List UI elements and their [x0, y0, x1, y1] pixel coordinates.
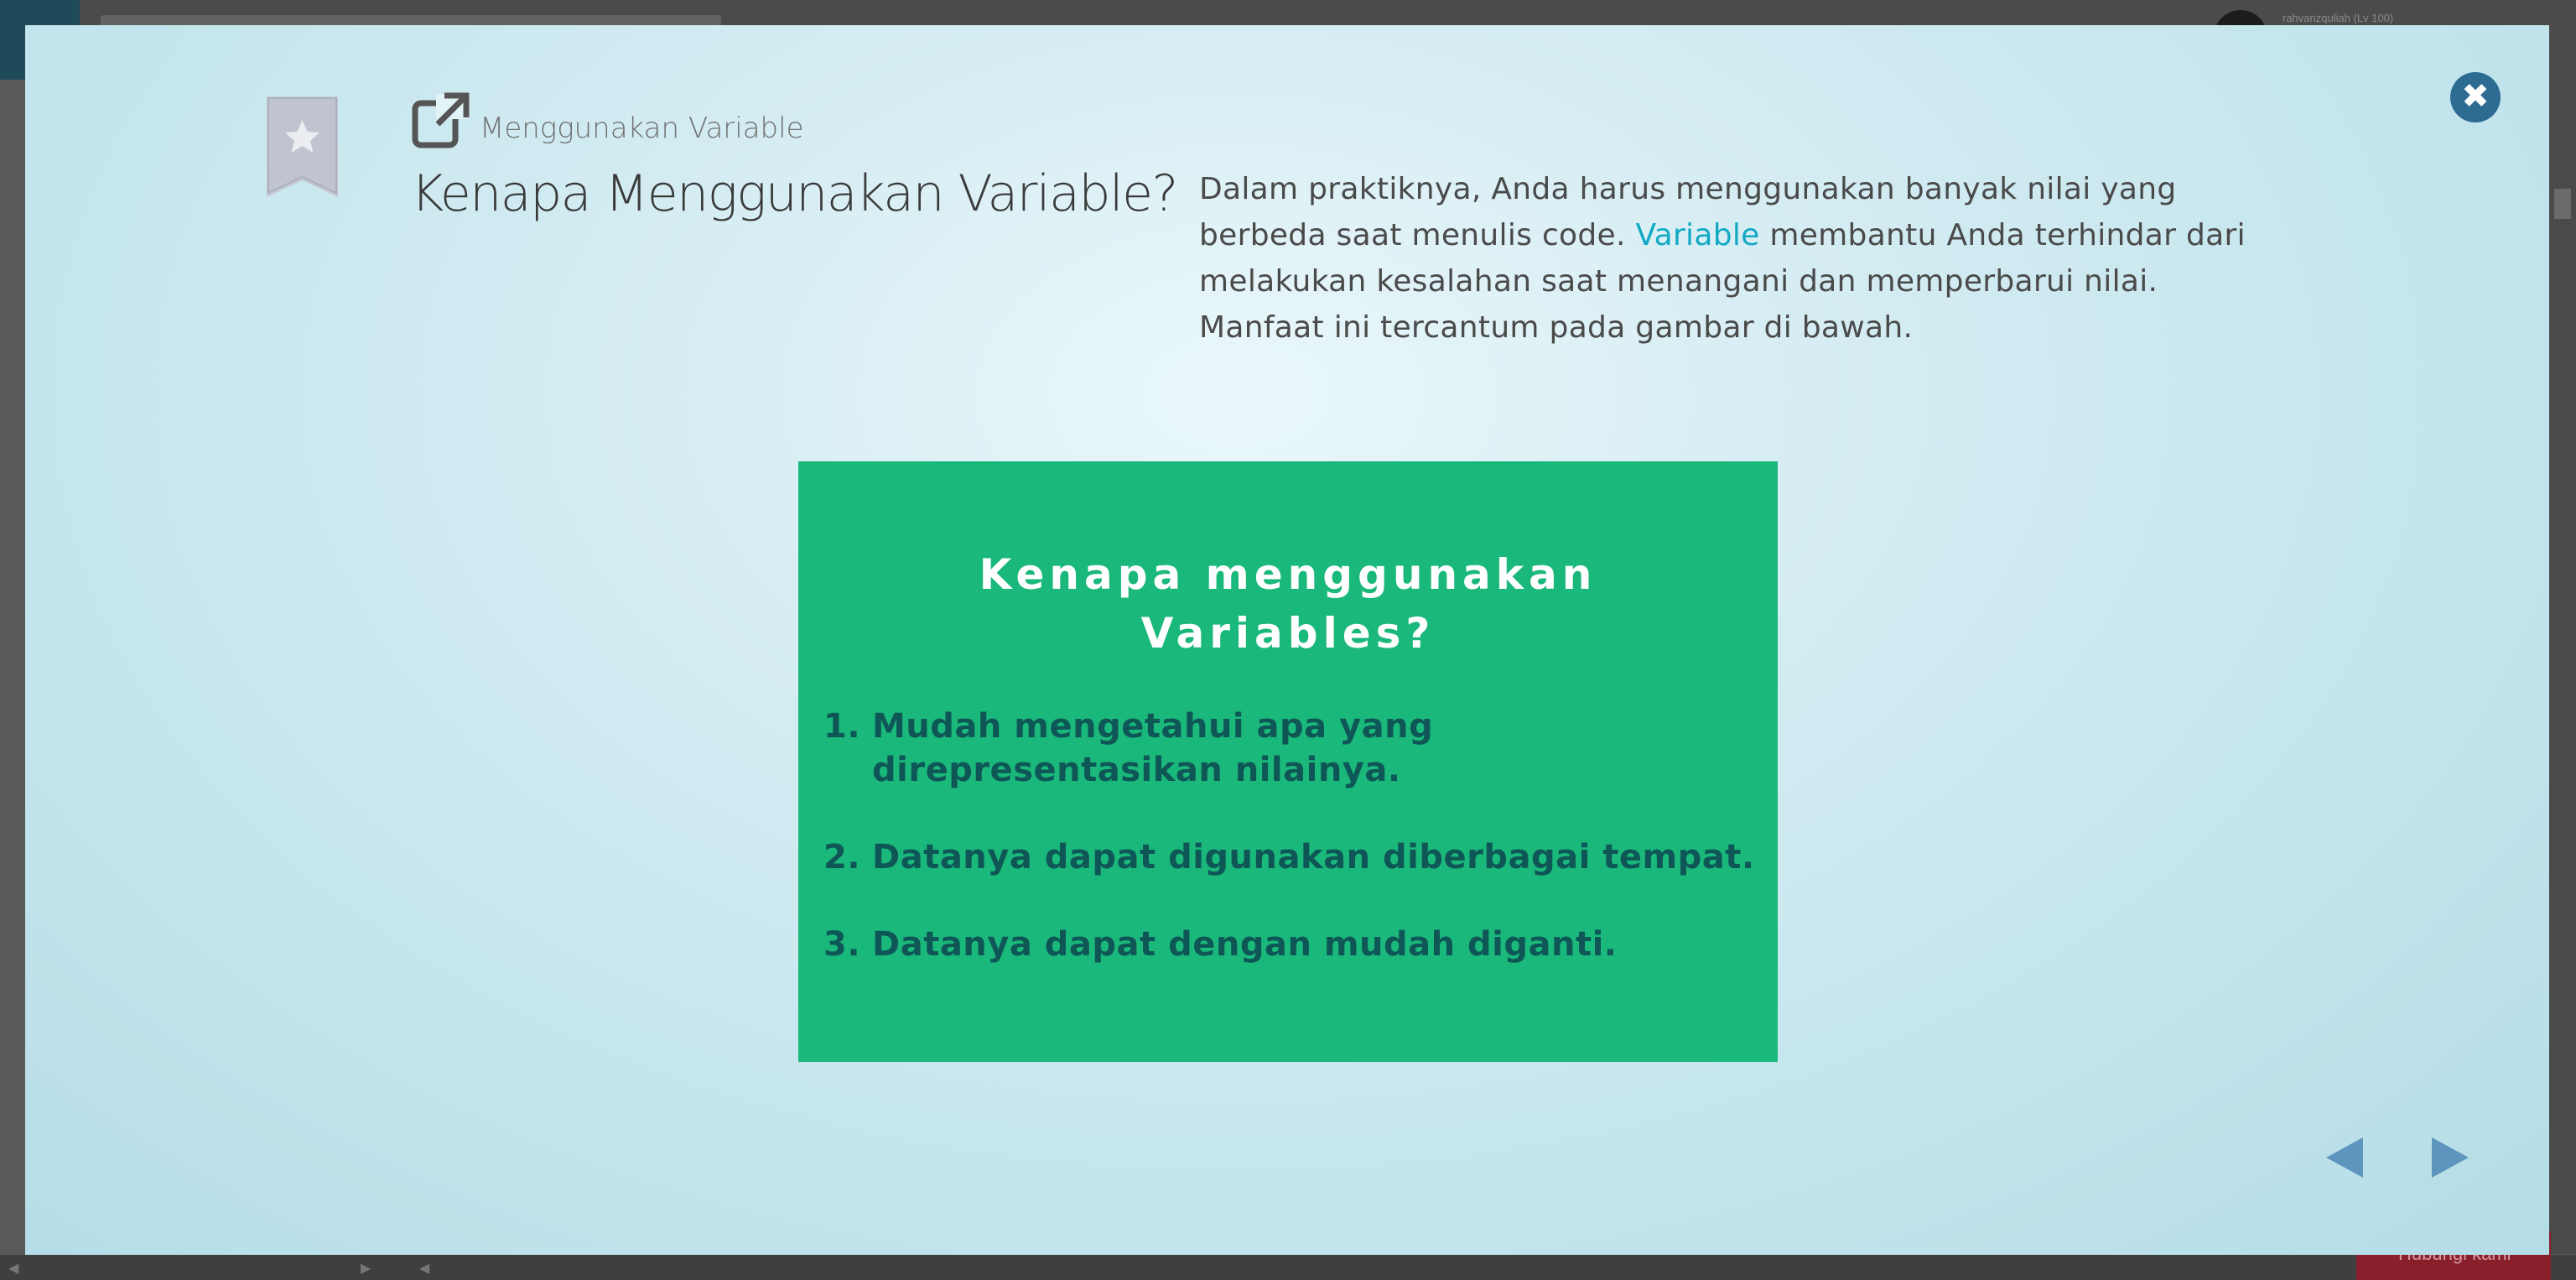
lesson-slide-image: Kenapa menggunakan Variables? 1. Mudah m…: [798, 461, 1778, 1062]
slide-title: Kenapa menggunakan Variables?: [798, 545, 1778, 663]
slide-benefit-list: 1. Mudah mengetahui apa yang direpresent…: [823, 705, 1763, 1010]
list-item-number: 2.: [823, 838, 861, 877]
external-link-icon[interactable]: [411, 91, 471, 151]
username-label: rahvarizquliah (Lv 100): [2283, 12, 2394, 24]
list-item-number: 1.: [823, 707, 861, 746]
bookmark-icon[interactable]: [267, 96, 338, 197]
close-button[interactable]: ✖: [2450, 72, 2501, 122]
list-item-text: Mudah mengetahui apa yang direpresentasi…: [872, 707, 1434, 789]
page-title: Kenapa Menggunakan Variable?: [411, 164, 1178, 223]
slide-title-line: Kenapa menggunakan: [979, 550, 1597, 599]
scrollbar-thumb: [2554, 189, 2571, 219]
list-item-text: Datanya dapat digunakan diberbagai tempa…: [872, 838, 1755, 877]
background-horizontal-scrollbar: [0, 1255, 2576, 1280]
previous-arrow-icon[interactable]: [2326, 1137, 2363, 1178]
list-item: 2. Datanya dapat digunakan diberbagai te…: [823, 835, 1763, 879]
breadcrumb[interactable]: Menggunakan Variable: [480, 112, 803, 145]
scroll-right-arrow-icon: ▶: [361, 1260, 371, 1276]
list-item: 3. Datanya dapat dengan mudah diganti.: [823, 923, 1763, 966]
list-item: 1. Mudah mengetahui apa yang direpresent…: [823, 705, 1763, 792]
lesson-description: Dalam praktiknya, Anda harus menggunakan…: [1199, 166, 2289, 351]
variable-link[interactable]: Variable: [1635, 218, 1759, 252]
background-vertical-scrollbar: [2549, 80, 2576, 1254]
scroll-left-arrow-icon: ◀: [419, 1260, 430, 1276]
slide-title-line: Variables?: [1140, 609, 1436, 658]
list-item-number: 3.: [823, 925, 861, 964]
scroll-left-arrow-icon: ◀: [8, 1260, 19, 1276]
list-item-text: Datanya dapat dengan mudah diganti.: [872, 925, 1618, 964]
next-arrow-icon[interactable]: [2432, 1137, 2469, 1178]
lesson-modal: Menggunakan Variable Kenapa Menggunakan …: [25, 25, 2549, 1255]
